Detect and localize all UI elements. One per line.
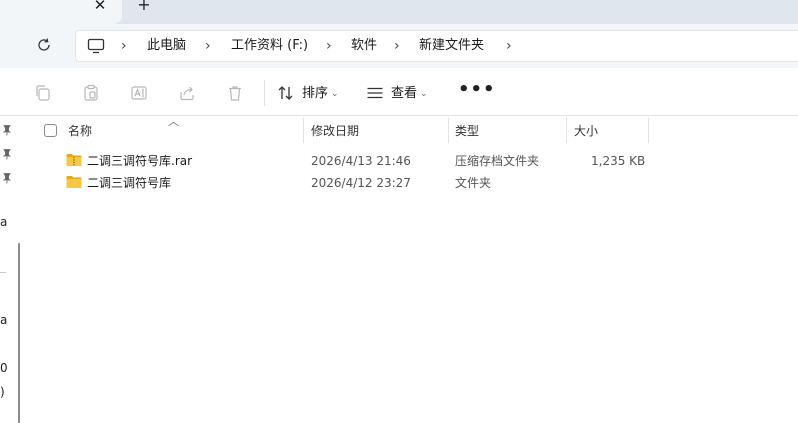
select-all-checkbox[interactable] [44, 124, 57, 137]
pin-icon[interactable] [0, 148, 12, 160]
file-size: 1,235 KB [591, 154, 646, 168]
file-type: 压缩存档文件夹 [455, 154, 540, 168]
more-options-icon[interactable]: ••• [458, 81, 496, 99]
rename-icon[interactable] [130, 84, 148, 102]
close-tab-icon[interactable]: ✕ [90, 0, 110, 14]
pin-icon[interactable] [0, 124, 12, 136]
nav-item-label-fragment[interactable]: ) [0, 385, 5, 399]
breadcrumb-chevron-icon[interactable]: › [394, 37, 400, 55]
view-dropdown-icon[interactable]: ⌄ [420, 86, 428, 102]
file-row[interactable]: 二调三调符号库.rar 2026/4/13 21:46 压缩存档文件夹 1,23… [60, 151, 700, 171]
breadcrumb-chevron-icon[interactable]: › [326, 37, 332, 55]
pin-icon[interactable] [0, 172, 12, 184]
paste-icon[interactable] [82, 84, 100, 102]
column-header-modified[interactable]: 修改日期 [311, 123, 359, 139]
column-header-name[interactable]: 名称 [68, 123, 92, 139]
file-type: 文件夹 [455, 176, 492, 190]
this-pc-icon[interactable] [87, 38, 105, 54]
column-header-type[interactable]: 类型 [455, 123, 479, 139]
file-explorer-window: ✕ + › 此电脑 › 工作资料 (F:) › 软件 › 新建文件夹 › 排序 … [0, 0, 798, 423]
delete-icon[interactable] [226, 84, 244, 102]
file-modified: 2026/4/13 21:46 [311, 154, 411, 168]
navigation-scrollbar[interactable] [18, 243, 20, 423]
view-icon[interactable] [366, 84, 384, 102]
navigation-row: › 此电脑 › 工作资料 (F:) › 软件 › 新建文件夹 › [0, 24, 798, 68]
archive-folder-icon [66, 154, 82, 166]
share-icon[interactable] [178, 84, 196, 102]
address-bar[interactable]: › 此电脑 › 工作资料 (F:) › 软件 › 新建文件夹 › [75, 30, 798, 62]
sort-dropdown-icon[interactable]: ⌄ [331, 86, 339, 102]
copy-icon[interactable] [34, 84, 52, 102]
breadcrumb-chevron-icon[interactable]: › [506, 37, 512, 55]
file-row[interactable]: 二调三调符号库 2026/4/12 23:27 文件夹 [60, 173, 700, 193]
sort-ascending-icon: ︿ [168, 115, 179, 128]
view-button[interactable]: 查看 [391, 86, 417, 102]
nav-separator [0, 272, 6, 273]
breadcrumb-item-this-pc[interactable]: 此电脑 [147, 37, 186, 55]
breadcrumb-item-drive[interactable]: 工作资料 (F:) [231, 37, 308, 55]
breadcrumb-chevron-icon[interactable]: › [205, 37, 211, 55]
file-list: ︿ 名称 修改日期 类型 大小 二调三调符号库.rar 2026/4/13 21… [30, 115, 798, 423]
column-divider[interactable] [648, 117, 649, 143]
navigation-pane: a a 0 ) [0, 117, 30, 423]
toolbar-divider [264, 80, 265, 106]
folder-icon [66, 176, 82, 188]
column-divider[interactable] [566, 117, 567, 143]
breadcrumb-chevron-icon[interactable]: › [121, 37, 127, 55]
file-name[interactable]: 二调三调符号库 [87, 175, 171, 191]
command-bar: 排序 ⌄ 查看 ⌄ ••• [0, 68, 798, 116]
breadcrumb-item-software[interactable]: 软件 [351, 37, 377, 55]
new-tab-icon[interactable]: + [134, 0, 154, 14]
sort-icon[interactable] [277, 84, 295, 102]
column-divider[interactable] [448, 117, 449, 143]
tab-current[interactable]: ✕ [0, 0, 122, 24]
file-modified: 2026/4/12 23:27 [311, 176, 411, 190]
tab-strip: ✕ + [0, 0, 798, 24]
nav-item-label-fragment[interactable]: a [0, 215, 7, 229]
column-header-size[interactable]: 大小 [574, 123, 598, 139]
column-divider[interactable] [303, 117, 304, 143]
nav-item-label-fragment[interactable]: a [0, 313, 7, 327]
refresh-icon[interactable] [34, 35, 54, 55]
nav-item-label-fragment[interactable]: 0 [0, 361, 8, 375]
breadcrumb-item-new-folder[interactable]: 新建文件夹 [419, 37, 484, 55]
file-name[interactable]: 二调三调符号库.rar [87, 153, 192, 169]
sort-button[interactable]: 排序 [302, 86, 328, 102]
